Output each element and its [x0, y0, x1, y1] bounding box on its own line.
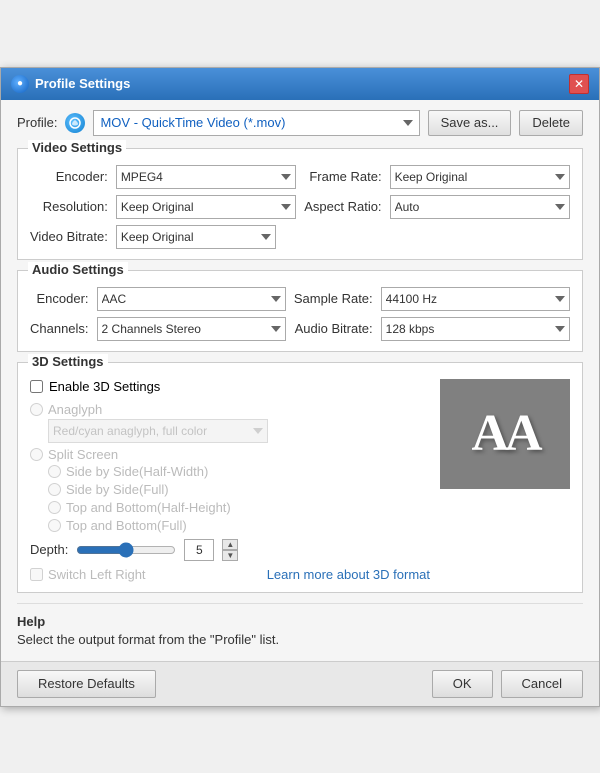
title-bar-left: ● Profile Settings [11, 75, 130, 93]
sample-rate-select[interactable]: 44100 Hz [381, 287, 570, 311]
resolution-label: Resolution: [30, 199, 108, 214]
profile-row: Profile: MOV - QuickTime Video (*.mov) S… [17, 110, 583, 136]
profile-label: Profile: [17, 115, 57, 130]
audio-settings-title: Audio Settings [28, 262, 128, 277]
depth-value-input[interactable] [184, 539, 214, 561]
depth-up-button[interactable]: ▲ [222, 539, 238, 550]
ok-button[interactable]: OK [432, 670, 493, 698]
video-settings-title: Video Settings [28, 140, 126, 155]
top-bottom-full-label: Top and Bottom(Full) [66, 518, 187, 533]
main-content: Profile: MOV - QuickTime Video (*.mov) S… [1, 100, 599, 661]
dialog-title: Profile Settings [35, 76, 130, 91]
app-icon: ● [11, 75, 29, 93]
close-button[interactable]: ✕ [569, 74, 589, 94]
enable-3d-checkbox[interactable] [30, 380, 43, 393]
threed-preview: AA [440, 379, 570, 489]
depth-slider[interactable] [76, 542, 176, 558]
side-by-side-half-label: Side by Side(Half-Width) [66, 464, 208, 479]
frame-rate-select[interactable]: Keep Original [390, 165, 570, 189]
side-by-side-full-row: Side by Side(Full) [48, 482, 430, 497]
anaglyph-label: Anaglyph [48, 402, 102, 417]
help-title: Help [17, 614, 583, 629]
profile-icon [65, 113, 85, 133]
switch-row: Switch Left Right Learn more about 3D fo… [30, 567, 430, 582]
depth-down-button[interactable]: ▼ [222, 550, 238, 561]
audio-encoder-select[interactable]: AAC [97, 287, 286, 311]
profile-select[interactable]: MOV - QuickTime Video (*.mov) [93, 110, 419, 136]
audio-settings-grid: Encoder: AAC Sample Rate: 44100 Hz Chann… [30, 287, 570, 341]
side-by-side-half-row: Side by Side(Half-Width) [48, 464, 430, 479]
top-bottom-full-row: Top and Bottom(Full) [48, 518, 430, 533]
video-settings-grid: Encoder: MPEG4 Frame Rate: Keep Original… [30, 165, 570, 249]
audio-encoder-label: Encoder: [30, 291, 89, 306]
audio-bitrate-select[interactable]: 128 kbps [381, 317, 570, 341]
anaglyph-type-select[interactable]: Red/cyan anaglyph, full color [48, 419, 268, 443]
video-bitrate-label: Video Bitrate: [30, 229, 108, 244]
video-settings-section: Video Settings Encoder: MPEG4 Frame Rate… [17, 148, 583, 260]
top-bottom-half-label: Top and Bottom(Half-Height) [66, 500, 231, 515]
title-bar: ● Profile Settings ✕ [1, 68, 599, 100]
switch-lr-checkbox[interactable] [30, 568, 43, 581]
sample-rate-label: Sample Rate: [294, 291, 373, 306]
encoder-label: Encoder: [30, 169, 108, 184]
frame-rate-label: Frame Rate: [304, 169, 381, 184]
help-text: Select the output format from the "Profi… [17, 632, 583, 647]
depth-label: Depth: [30, 542, 68, 557]
split-screen-radio-row: Split Screen [30, 447, 430, 462]
split-screen-sub: Side by Side(Half-Width) Side by Side(Fu… [48, 464, 430, 533]
channels-select[interactable]: 2 Channels Stereo [97, 317, 286, 341]
dialog-window: ● Profile Settings ✕ Profile: MOV - Quic… [0, 67, 600, 707]
cancel-button[interactable]: Cancel [501, 670, 583, 698]
resolution-select[interactable]: Keep Original [116, 195, 296, 219]
enable-3d-row: Enable 3D Settings [30, 379, 430, 394]
side-by-side-full-radio[interactable] [48, 483, 61, 496]
enable-3d-label: Enable 3D Settings [49, 379, 160, 394]
threed-controls: Enable 3D Settings Anaglyph Red/cyan ana… [30, 379, 430, 582]
depth-spinner: ▲ ▼ [222, 539, 238, 561]
footer-right: OK Cancel [432, 670, 583, 698]
top-bottom-half-radio[interactable] [48, 501, 61, 514]
encoder-select[interactable]: MPEG4 [116, 165, 296, 189]
split-screen-label: Split Screen [48, 447, 118, 462]
threed-settings-section: 3D Settings Enable 3D Settings Anaglyph [17, 362, 583, 593]
aspect-ratio-select[interactable]: Auto [390, 195, 570, 219]
help-section: Help Select the output format from the "… [17, 608, 583, 651]
threed-inner: Enable 3D Settings Anaglyph Red/cyan ana… [30, 379, 570, 582]
save-as-button[interactable]: Save as... [428, 110, 512, 136]
switch-lr-label: Switch Left Right [48, 567, 146, 582]
threed-preview-text: AA [471, 404, 538, 463]
video-bitrate-select[interactable]: Keep Original [116, 225, 276, 249]
restore-defaults-button[interactable]: Restore Defaults [17, 670, 156, 698]
learn-more-link[interactable]: Learn more about 3D format [267, 567, 430, 582]
side-by-side-full-label: Side by Side(Full) [66, 482, 169, 497]
depth-row: Depth: ▲ ▼ [30, 539, 430, 561]
audio-settings-section: Audio Settings Encoder: AAC Sample Rate:… [17, 270, 583, 352]
anaglyph-radio-row: Anaglyph [30, 402, 430, 417]
switch-left: Switch Left Right [30, 567, 146, 582]
footer: Restore Defaults OK Cancel [1, 661, 599, 706]
split-screen-radio[interactable] [30, 448, 43, 461]
delete-button[interactable]: Delete [519, 110, 583, 136]
side-by-side-half-radio[interactable] [48, 465, 61, 478]
top-bottom-half-row: Top and Bottom(Half-Height) [48, 500, 430, 515]
threed-settings-title: 3D Settings [28, 354, 108, 369]
audio-bitrate-label: Audio Bitrate: [294, 321, 373, 336]
anaglyph-radio[interactable] [30, 403, 43, 416]
aspect-ratio-label: Aspect Ratio: [304, 199, 381, 214]
help-separator [17, 603, 583, 604]
top-bottom-full-radio[interactable] [48, 519, 61, 532]
channels-label: Channels: [30, 321, 89, 336]
